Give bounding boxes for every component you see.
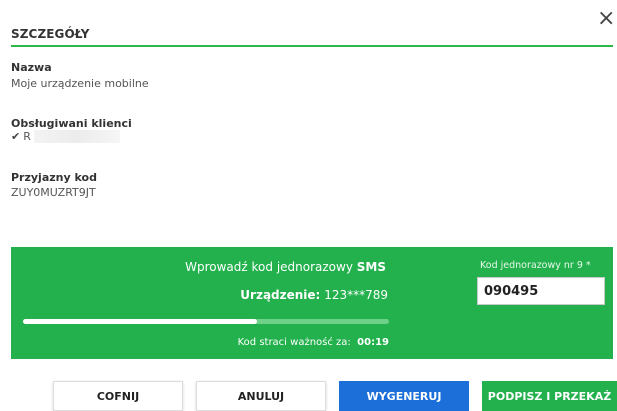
section-divider: [11, 45, 613, 47]
sms-prompt-emphasis: SMS: [356, 260, 386, 274]
clients-label: Obsługiwani klienci: [11, 117, 132, 130]
expiry-progress-bar: [23, 319, 389, 324]
device-line: Urządzenie: 123***789: [11, 288, 388, 302]
expiry-line: Kod straci ważność za: 00:19: [11, 337, 389, 348]
sms-prompt: Wprowadź kod jednorazowy SMS: [11, 260, 386, 274]
close-icon[interactable]: ×: [597, 8, 615, 30]
name-label: Nazwa: [11, 61, 52, 74]
expiry-label: Kod straci ważność za:: [237, 337, 351, 348]
name-value: Moje urządzenie mobilne: [11, 77, 149, 90]
cancel-button[interactable]: ANULUJ: [196, 381, 326, 411]
friendly-code-value: ZUY0MUZRT9JT: [11, 186, 96, 199]
code-field-label: Kod jednorazowy nr 9 *: [480, 260, 591, 271]
section-title: SZCZEGÓŁY: [11, 27, 90, 41]
clients-list-item: ✔ R: [11, 130, 120, 143]
one-time-code-input[interactable]: [477, 277, 605, 305]
friendly-code-label: Przyjazny kod: [11, 171, 97, 184]
expiry-countdown: 00:19: [357, 337, 389, 348]
generate-button[interactable]: WYGENERUJ: [339, 381, 469, 411]
expiry-progress-fill: [23, 319, 258, 324]
sign-and-submit-button[interactable]: PODPISZ I PRZEKAŻ: [482, 381, 617, 411]
sms-prompt-text: Wprowadź kod jednorazowy: [185, 260, 357, 274]
sms-verification-panel: Wprowadź kod jednorazowy SMS Urządzenie:…: [11, 247, 613, 359]
back-button[interactable]: COFNIJ: [53, 381, 183, 411]
device-value: 123***789: [324, 288, 388, 302]
check-icon: ✔: [11, 130, 21, 143]
redacted-client-name: [33, 130, 120, 143]
device-label: Urządzenie:: [240, 288, 321, 302]
client-name: R: [23, 130, 31, 143]
